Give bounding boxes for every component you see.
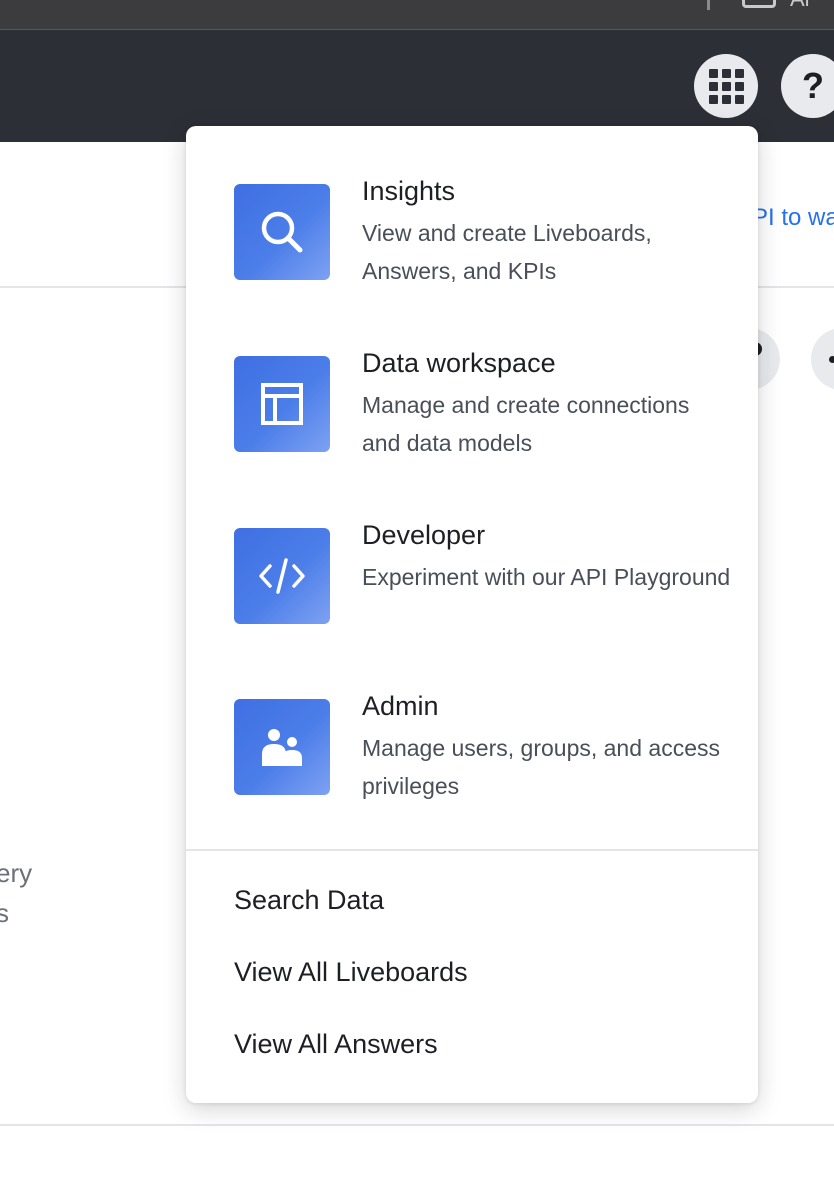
search-icon	[261, 211, 303, 253]
table-icon	[261, 383, 303, 425]
help-icon: ?	[802, 65, 824, 106]
background-link[interactable]: PI to wa	[752, 204, 834, 232]
menu-item-title: Insights	[362, 176, 456, 206]
menu-item-title: Developer	[362, 520, 486, 550]
menu-item-title: Data workspace	[362, 348, 556, 378]
menu-item-insights[interactable]: Insights View and create Liveboards, Ans…	[234, 174, 734, 314]
search-data-link[interactable]: Search Data	[234, 885, 384, 916]
more-options-button[interactable]	[811, 328, 834, 390]
help-button[interactable]: ?	[781, 54, 834, 118]
grid-icon	[708, 68, 744, 104]
chrome-label: Al	[790, 0, 810, 12]
menu-item-data-workspace[interactable]: Data workspace Manage and create connect…	[234, 346, 734, 486]
browser-chrome: Al	[0, 0, 834, 30]
users-icon	[262, 729, 302, 766]
page: Al ? PI to wa ery s	[0, 0, 834, 1178]
menu-item-title: Admin	[362, 691, 439, 721]
view-all-liveboards-link[interactable]: View All Liveboards	[234, 957, 468, 988]
code-icon	[259, 558, 305, 594]
insights-tile	[234, 184, 330, 280]
admin-tile	[234, 699, 330, 795]
menu-item-developer[interactable]: Developer Experiment with our API Playgr…	[234, 518, 734, 658]
window-icon[interactable]	[742, 0, 776, 8]
app-switcher-menu: Insights View and create Liveboards, Ans…	[186, 126, 758, 1103]
view-all-answers-link[interactable]: View All Answers	[234, 1029, 438, 1060]
divider	[0, 1124, 834, 1126]
menu-item-description: Experiment with our API Playground	[362, 564, 731, 590]
data-workspace-tile	[234, 356, 330, 452]
background-text: s	[0, 898, 9, 928]
more-icon	[829, 356, 834, 363]
menu-item-description: Manage and create connections and data m…	[362, 392, 690, 456]
apps-menu-button[interactable]	[694, 54, 758, 118]
menu-item-description: Manage users, groups, and access privile…	[362, 735, 720, 799]
chrome-divider	[707, 0, 710, 10]
developer-tile	[234, 528, 330, 624]
menu-divider	[186, 849, 758, 851]
menu-item-admin[interactable]: Admin Manage users, groups, and access p…	[234, 689, 734, 829]
menu-item-description: View and create Liveboards, Answers, and…	[362, 220, 652, 284]
background-text: ery	[0, 858, 33, 888]
